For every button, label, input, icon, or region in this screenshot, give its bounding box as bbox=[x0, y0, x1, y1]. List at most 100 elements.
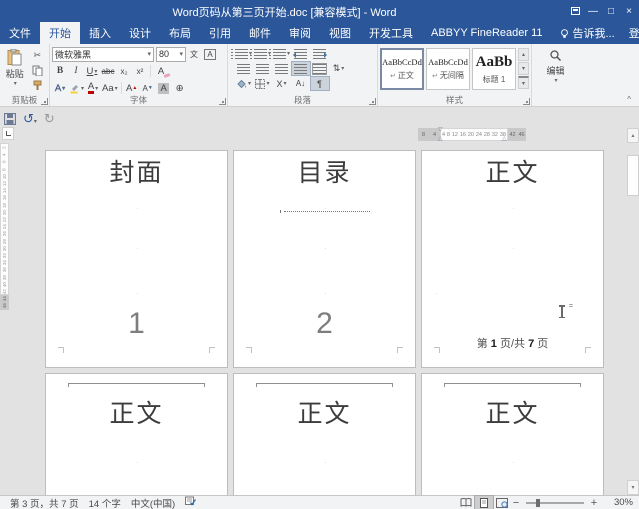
tell-me-button[interactable]: 告诉我... bbox=[552, 22, 622, 44]
sort-button[interactable]: A↓ bbox=[292, 77, 310, 90]
clipboard-dialog-launcher[interactable] bbox=[41, 98, 48, 105]
ribbon-tab[interactable]: 引用 bbox=[200, 22, 240, 44]
font-color-button[interactable]: A▾ bbox=[86, 81, 100, 95]
ribbon-tab[interactable]: 审阅 bbox=[280, 22, 320, 44]
collapse-ribbon-button[interactable]: ^ bbox=[627, 95, 631, 104]
font-dialog-launcher[interactable] bbox=[219, 98, 226, 105]
ribbon-tab[interactable]: 文件 bbox=[0, 22, 40, 44]
styles-more-button[interactable]: ▾ bbox=[518, 76, 529, 89]
line-spacing-button[interactable]: ⇅▾ bbox=[330, 62, 348, 75]
ribbon-tab[interactable]: 开始 bbox=[40, 22, 80, 44]
save-icon[interactable] bbox=[4, 113, 16, 125]
paragraph-dialog-launcher[interactable] bbox=[369, 98, 376, 105]
justify-button[interactable] bbox=[292, 62, 310, 75]
zoom-in-button[interactable]: + bbox=[589, 497, 599, 509]
horizontal-ruler[interactable]: 8448121620242832384246▽△△ bbox=[418, 128, 526, 141]
zoom-out-button[interactable]: − bbox=[511, 497, 521, 509]
styles-scroll-up-button[interactable]: ▴ bbox=[518, 48, 529, 61]
ribbon-tab[interactable]: 邮件 bbox=[240, 22, 280, 44]
zoom-percentage[interactable]: 30% bbox=[599, 497, 633, 508]
cut-button[interactable]: ✂ bbox=[29, 49, 45, 62]
asian-layout-button[interactable]: X▾ bbox=[273, 77, 291, 90]
italic-button[interactable]: I bbox=[69, 64, 83, 78]
align-left-icon bbox=[237, 64, 250, 74]
align-center-button[interactable] bbox=[254, 62, 272, 75]
document-page[interactable]: 封面···1 bbox=[45, 150, 228, 368]
web-layout-button[interactable] bbox=[493, 496, 511, 509]
styles-scroll-down-button[interactable]: ▾ bbox=[518, 62, 529, 75]
underline-button[interactable]: U▾ bbox=[85, 64, 99, 78]
borders-button[interactable]: ▾ bbox=[254, 77, 272, 90]
spellcheck-indicator[interactable] bbox=[185, 496, 196, 509]
vertical-ruler[interactable]: 2468101214161820222426283032343638404244… bbox=[0, 143, 9, 310]
subscript-button[interactable]: x₂ bbox=[117, 64, 131, 78]
bold-button[interactable]: B bbox=[53, 64, 67, 78]
increase-indent-button[interactable] bbox=[311, 47, 329, 60]
scroll-down-button[interactable]: ▾ bbox=[627, 480, 639, 495]
format-painter-button[interactable] bbox=[29, 79, 45, 92]
vertical-scrollbar[interactable]: ▴ ▾ bbox=[627, 128, 639, 495]
read-mode-button[interactable] bbox=[457, 496, 475, 509]
paste-button[interactable]: 粘贴 ▾ bbox=[2, 46, 27, 94]
highlight-button[interactable]: ▾ bbox=[69, 81, 84, 95]
phonetic-guide-button[interactable]: 文 bbox=[187, 47, 201, 61]
editing-button[interactable]: 编辑 ▾ bbox=[546, 49, 564, 84]
style-item[interactable]: AaBbCcDd↵ 正文 bbox=[380, 48, 424, 90]
shading-button[interactable]: ▾ bbox=[235, 77, 253, 90]
sign-in-button[interactable]: 登录 bbox=[622, 22, 639, 44]
ribbon-display-options-icon[interactable] bbox=[567, 2, 583, 20]
enclose-characters-button[interactable]: ⊕ bbox=[173, 81, 187, 95]
copy-button[interactable] bbox=[29, 64, 45, 77]
font-size-combo[interactable]: 80▾ bbox=[156, 47, 186, 62]
first-line-indent-marker[interactable]: ▽ bbox=[438, 127, 443, 133]
document-page[interactable]: 正文· bbox=[421, 373, 604, 495]
document-page[interactable]: 目录···2 bbox=[233, 150, 416, 368]
document-page[interactable]: 正文· bbox=[233, 373, 416, 495]
document-page[interactable]: 正文···=第 1 页/共 7 页 bbox=[421, 150, 604, 368]
document-page[interactable]: 正文· bbox=[45, 373, 228, 495]
ribbon-tab[interactable]: ABBYY FineReader 11 bbox=[422, 22, 552, 44]
ribbon-tab[interactable]: 设计 bbox=[120, 22, 160, 44]
zoom-slider-thumb[interactable] bbox=[536, 499, 540, 507]
paste-dropdown-icon[interactable]: ▾ bbox=[14, 80, 17, 87]
character-border-button[interactable]: A bbox=[203, 47, 217, 61]
ribbon-tab[interactable]: 布局 bbox=[160, 22, 200, 44]
tab-selector[interactable] bbox=[2, 127, 14, 140]
superscript-button[interactable]: x² bbox=[133, 64, 147, 78]
zoom-slider[interactable] bbox=[526, 502, 584, 504]
grow-font-button[interactable]: A▲ bbox=[125, 81, 139, 95]
change-case-button[interactable]: Aa▾ bbox=[102, 81, 118, 95]
multilevel-list-button[interactable]: ▾ bbox=[273, 47, 291, 60]
minimize-button[interactable]: — bbox=[585, 2, 601, 20]
styles-dialog-launcher[interactable] bbox=[523, 98, 530, 105]
language-indicator[interactable]: 中文(中国) bbox=[131, 496, 175, 509]
style-item[interactable]: AaBbCcDd↵ 无间隔 bbox=[426, 48, 470, 90]
crop-mark bbox=[246, 347, 252, 353]
shrink-font-button[interactable]: A▼ bbox=[141, 81, 155, 95]
print-layout-button[interactable] bbox=[475, 496, 493, 509]
redo-button[interactable]: ↻ bbox=[44, 111, 55, 127]
maximize-button[interactable]: □ bbox=[603, 2, 619, 20]
word-count[interactable]: 14 个字 bbox=[89, 496, 121, 509]
align-right-button[interactable] bbox=[273, 62, 291, 75]
distribute-button[interactable] bbox=[311, 62, 329, 75]
scroll-up-button[interactable]: ▴ bbox=[627, 128, 639, 143]
page-indicator[interactable]: 第 3 页，共 7 页 bbox=[10, 496, 79, 509]
strikethrough-button[interactable]: abc bbox=[101, 64, 115, 78]
ribbon-tab[interactable]: 插入 bbox=[80, 22, 120, 44]
ribbon-tab[interactable]: 开发工具 bbox=[360, 22, 422, 44]
hanging-indent-marker[interactable]: △ bbox=[438, 136, 443, 142]
undo-button[interactable]: ↺▾ bbox=[23, 110, 37, 128]
show-hide-marks-button[interactable]: ¶ bbox=[311, 77, 329, 90]
right-indent-marker[interactable]: △ bbox=[502, 136, 507, 142]
character-shading-button[interactable]: A bbox=[157, 81, 171, 95]
ribbon-tab[interactable]: 视图 bbox=[320, 22, 360, 44]
align-left-button[interactable] bbox=[235, 62, 253, 75]
text-effects-button[interactable]: A▾ bbox=[53, 81, 67, 95]
clear-formatting-button[interactable]: A bbox=[154, 64, 168, 78]
scrollbar-thumb[interactable] bbox=[627, 155, 639, 196]
style-item[interactable]: AaBb标题 1 bbox=[472, 48, 516, 90]
decrease-indent-button[interactable] bbox=[292, 47, 310, 60]
font-name-combo[interactable]: 微软雅黑▾ bbox=[52, 47, 154, 62]
close-button[interactable]: × bbox=[621, 2, 637, 20]
